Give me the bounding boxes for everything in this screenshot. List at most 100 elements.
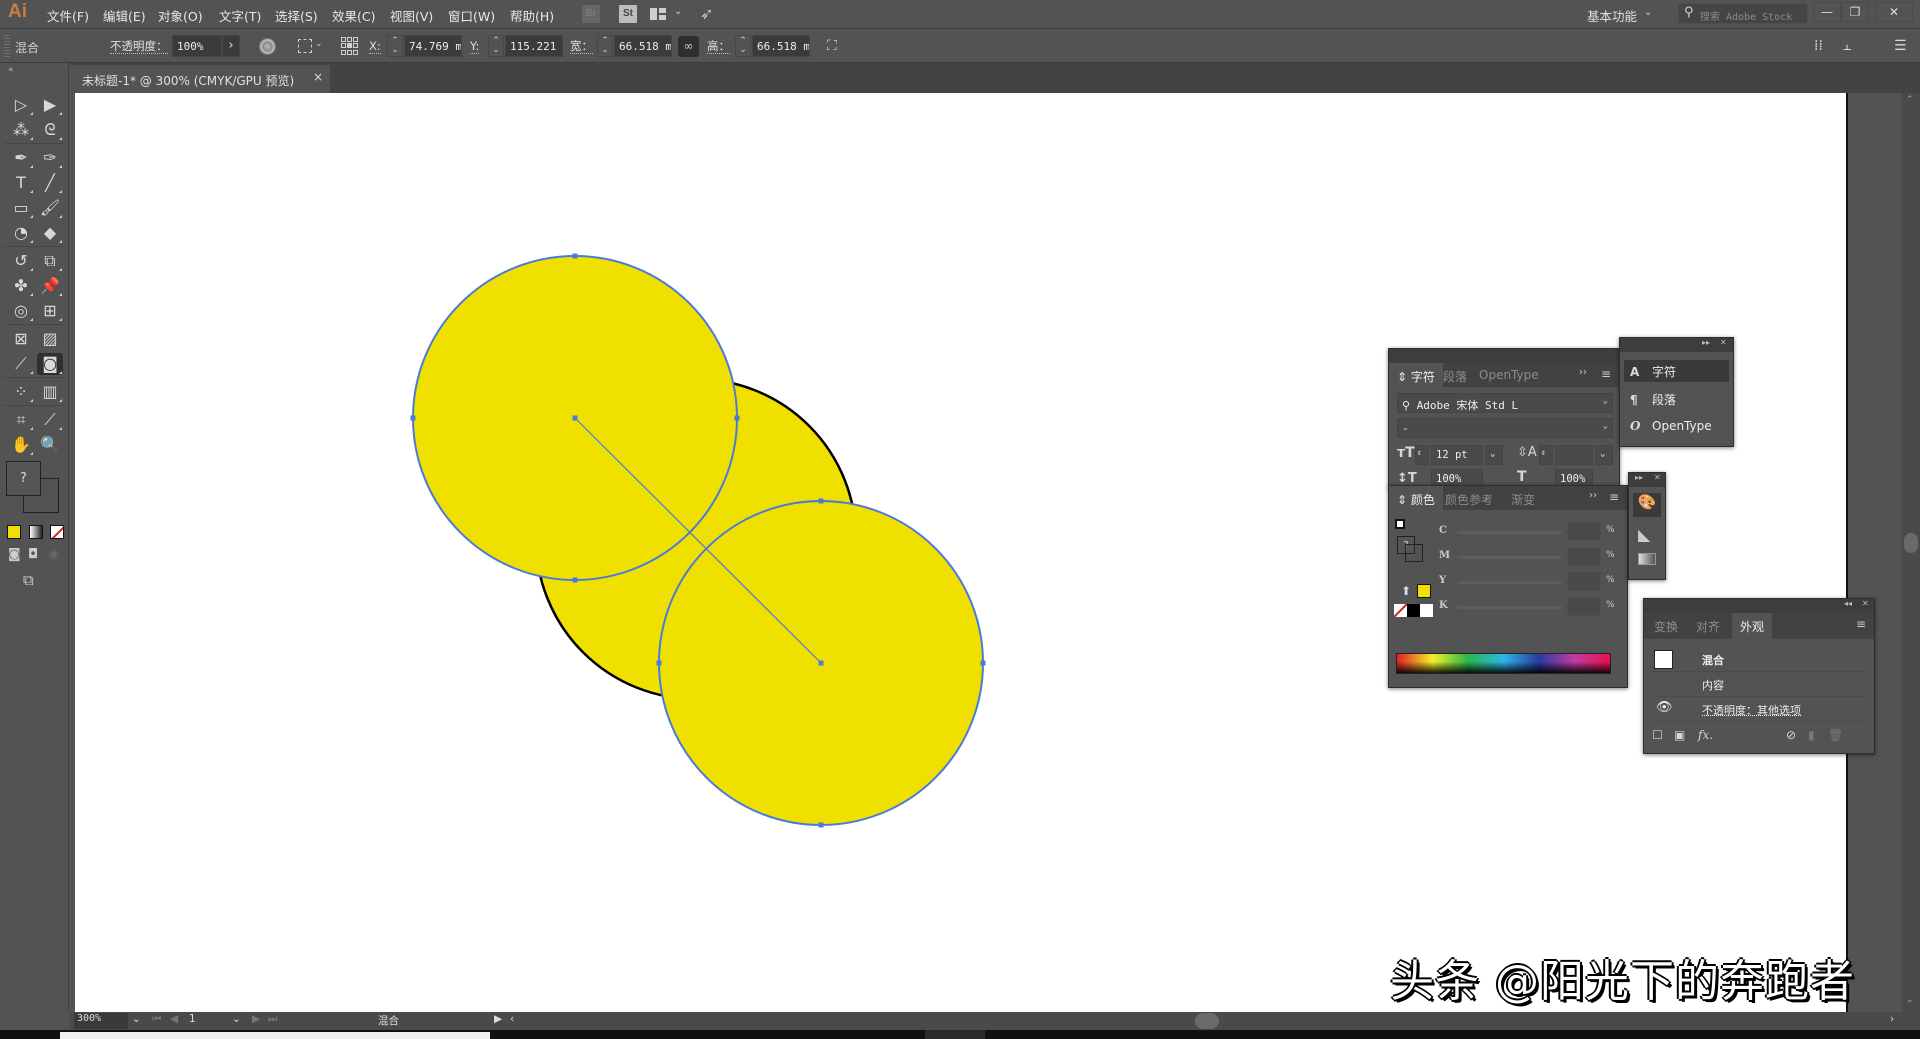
draw-normal-icon[interactable]: ◙ [8,547,21,562]
anchor-point[interactable] [818,660,824,666]
gpu-performance-rocket-icon[interactable]: ➶ [700,4,713,23]
menu-edit[interactable]: 编辑(E) [103,6,146,25]
font-size-dropdown[interactable]: ⌄ [1485,445,1503,465]
first-artboard-icon[interactable]: ⏮ [152,1013,161,1026]
pen-tool-icon[interactable]: ✒ [8,147,34,169]
leading-dropdown[interactable]: ⌄ [1595,445,1613,465]
font-size-input[interactable]: 12 pt [1431,445,1483,465]
isolate-icon[interactable]: ⫠ [1843,38,1851,54]
panel-menu-icon[interactable]: ≡ [1609,490,1619,504]
taskbar-item[interactable] [925,1030,985,1039]
menu-window[interactable]: 窗口(W) [448,6,495,25]
scroll-down-icon[interactable]: ⌄ [1906,995,1914,1005]
panel-menu-icon[interactable]: ≡ [1601,367,1611,381]
eraser-tool-icon[interactable]: ◆ [37,222,63,244]
menu-select[interactable]: 选择(S) [275,6,318,25]
draw-inside-icon[interactable]: ◉ [48,547,59,562]
tab-appearance[interactable]: 外观 [1732,613,1773,639]
menu-file[interactable]: 文件(F) [47,6,89,25]
symbol-sprayer-tool-icon[interactable]: ⁘ [8,381,34,403]
expand-icon[interactable]: ▸▸ [1702,338,1710,347]
blend-tool-icon[interactable]: ◙ [37,353,63,375]
tab-gradient[interactable]: 渐变 [1503,486,1543,510]
anchor-point[interactable] [656,660,662,666]
horizontal-scroll-thumb[interactable] [1195,1013,1219,1029]
close-panel-icon[interactable]: ✕ [1720,338,1727,347]
chevron-down-icon[interactable]: ⌄ [315,39,323,49]
selection-tool-icon[interactable]: ▷ [8,94,34,116]
reference-point-icon[interactable] [341,37,359,55]
zoom-dropdown-icon[interactable]: ⌄ [132,1013,141,1025]
hand-tool-icon[interactable]: ✋ [8,434,34,456]
scroll-up-icon[interactable]: ⌃ [1906,95,1914,105]
k-slider[interactable] [1457,606,1562,609]
lasso-tool-icon[interactable]: ᘓ [37,119,63,141]
scroll-left-icon[interactable]: ‹ [510,1013,514,1025]
font-style-select[interactable]: - ⌄ [1397,418,1613,438]
y-stepper[interactable]: ⌃ ⌄ [488,35,504,57]
color-spectrum-bar[interactable] [1396,653,1611,674]
eyedropper-tool-icon[interactable]: ⟋ [8,353,34,375]
delete-item-icon[interactable]: 🗑 [1828,728,1843,742]
menu-object[interactable]: 对象(O) [158,6,203,25]
next-artboard-icon[interactable]: ▶ [252,1013,260,1025]
shaper-tool-icon[interactable]: ◔ [8,222,34,244]
document-tab[interactable]: 未标题-1* @ 300% (CMYK/GPU 预览) [70,65,330,93]
line-tool-icon[interactable]: ╱ [37,172,63,194]
panel-titlebar[interactable]: ▸▸ ✕ [1629,473,1665,487]
constrain-proportions-link-icon[interactable]: ∞ [678,36,699,57]
opacity-label[interactable]: 不透明度： [110,40,168,54]
artboard-number-input[interactable]: 1 [189,1013,196,1025]
mesh-tool-icon[interactable]: ⊠ [8,328,34,350]
black-swatch[interactable] [1407,604,1420,617]
opacity-input[interactable]: 100% [172,35,222,57]
tab-align[interactable]: 对齐 [1688,613,1728,639]
pin-tool-icon[interactable]: 📌 [37,275,63,297]
anchor-point[interactable] [818,822,824,828]
chevron-down-icon[interactable]: ⌄ [674,6,682,17]
panel-titlebar[interactable]: ▸▸ ✕ [1620,338,1733,352]
dock-item-opentype[interactable]: O OpenType [1624,416,1729,438]
height-stepper[interactable]: ⌃ ⌄ [735,35,751,57]
taskbar-item[interactable] [60,1032,490,1039]
anchor-point[interactable] [410,415,416,421]
expand-icon[interactable]: ▸▸ [1635,473,1643,482]
close-window-button[interactable]: ✕ [1875,2,1913,22]
align-panel-icon[interactable]: ⁞⁞ [1814,38,1823,54]
color-mode-button[interactable] [7,525,21,539]
duplicate-item-icon[interactable]: ▮ [1808,728,1815,742]
add-new-effect-icon[interactable]: fx. [1698,728,1713,742]
stock-icon[interactable]: St [619,5,637,23]
appearance-row-contents[interactable]: 内容 [1652,672,1868,697]
prev-artboard-icon[interactable]: ◀ [170,1013,178,1025]
add-new-stroke-icon[interactable]: ☐ [1652,728,1663,742]
appearance-row-object[interactable]: 混合 [1652,647,1868,672]
vertical-scrollbar[interactable]: ⌃ ⌄ [1902,93,1920,1012]
anchor-point[interactable] [572,253,578,259]
screen-mode-icon[interactable]: ⧉ [23,571,47,589]
magic-wand-tool-icon[interactable]: ⁂ [8,119,34,141]
workspace-switcher[interactable]: 基本功能 [1587,6,1637,25]
last-artboard-icon[interactable]: ⏭ [268,1013,277,1026]
bridge-icon[interactable]: Br [582,5,600,23]
expand-icon[interactable]: ›› [1589,490,1597,501]
close-panel-icon[interactable]: ✕ [1654,473,1661,482]
close-panel-icon[interactable]: ✕ [1862,599,1869,608]
tab-color-guide[interactable]: 颜色参考 [1437,486,1501,510]
panel-menu-icon[interactable]: ≡ [1856,617,1866,631]
artboard-tool-icon[interactable]: ⌗ [8,409,34,431]
menu-help[interactable]: 帮助(H) [510,6,554,25]
transform-options-icon[interactable]: ⛶ [827,38,844,54]
color-guide-icon[interactable]: ◣ [1638,525,1650,544]
slice-tool-icon[interactable]: ⟋ [37,409,63,431]
perspective-grid-tool-icon[interactable]: ⊞ [37,300,63,322]
chevron-down-icon[interactable]: ⌄ [1644,7,1652,18]
rotate-tool-icon[interactable]: ↺ [8,250,34,272]
zoom-tool-icon[interactable]: 🔍 [37,434,63,456]
menu-type[interactable]: 文字(T) [219,6,261,25]
gradient-mode-button[interactable] [29,525,43,539]
collapse-icon[interactable]: « [8,65,14,75]
fill-swatch[interactable]: ? [6,461,41,496]
m-slider[interactable] [1457,556,1562,559]
tab-transform[interactable]: 变换 [1646,613,1686,639]
